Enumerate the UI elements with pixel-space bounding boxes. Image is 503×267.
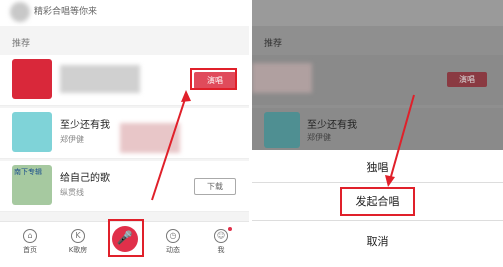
annotation-arrow xyxy=(385,94,415,187)
left-screenshot: 精彩合唱等你来 推荐 演唱 至少还有我 郑伊健 南下专辑 给自己的歌 纵贯线 下… xyxy=(0,0,249,267)
annotation-arrow xyxy=(151,90,191,201)
right-screenshot: 推荐 演唱 至少还有我 郑伊健 独唱 发起合唱 取消 xyxy=(252,0,503,267)
arrow-head xyxy=(385,175,395,187)
arrow-head xyxy=(181,90,191,102)
arrow-line xyxy=(389,94,415,181)
arrow-line xyxy=(151,95,187,201)
